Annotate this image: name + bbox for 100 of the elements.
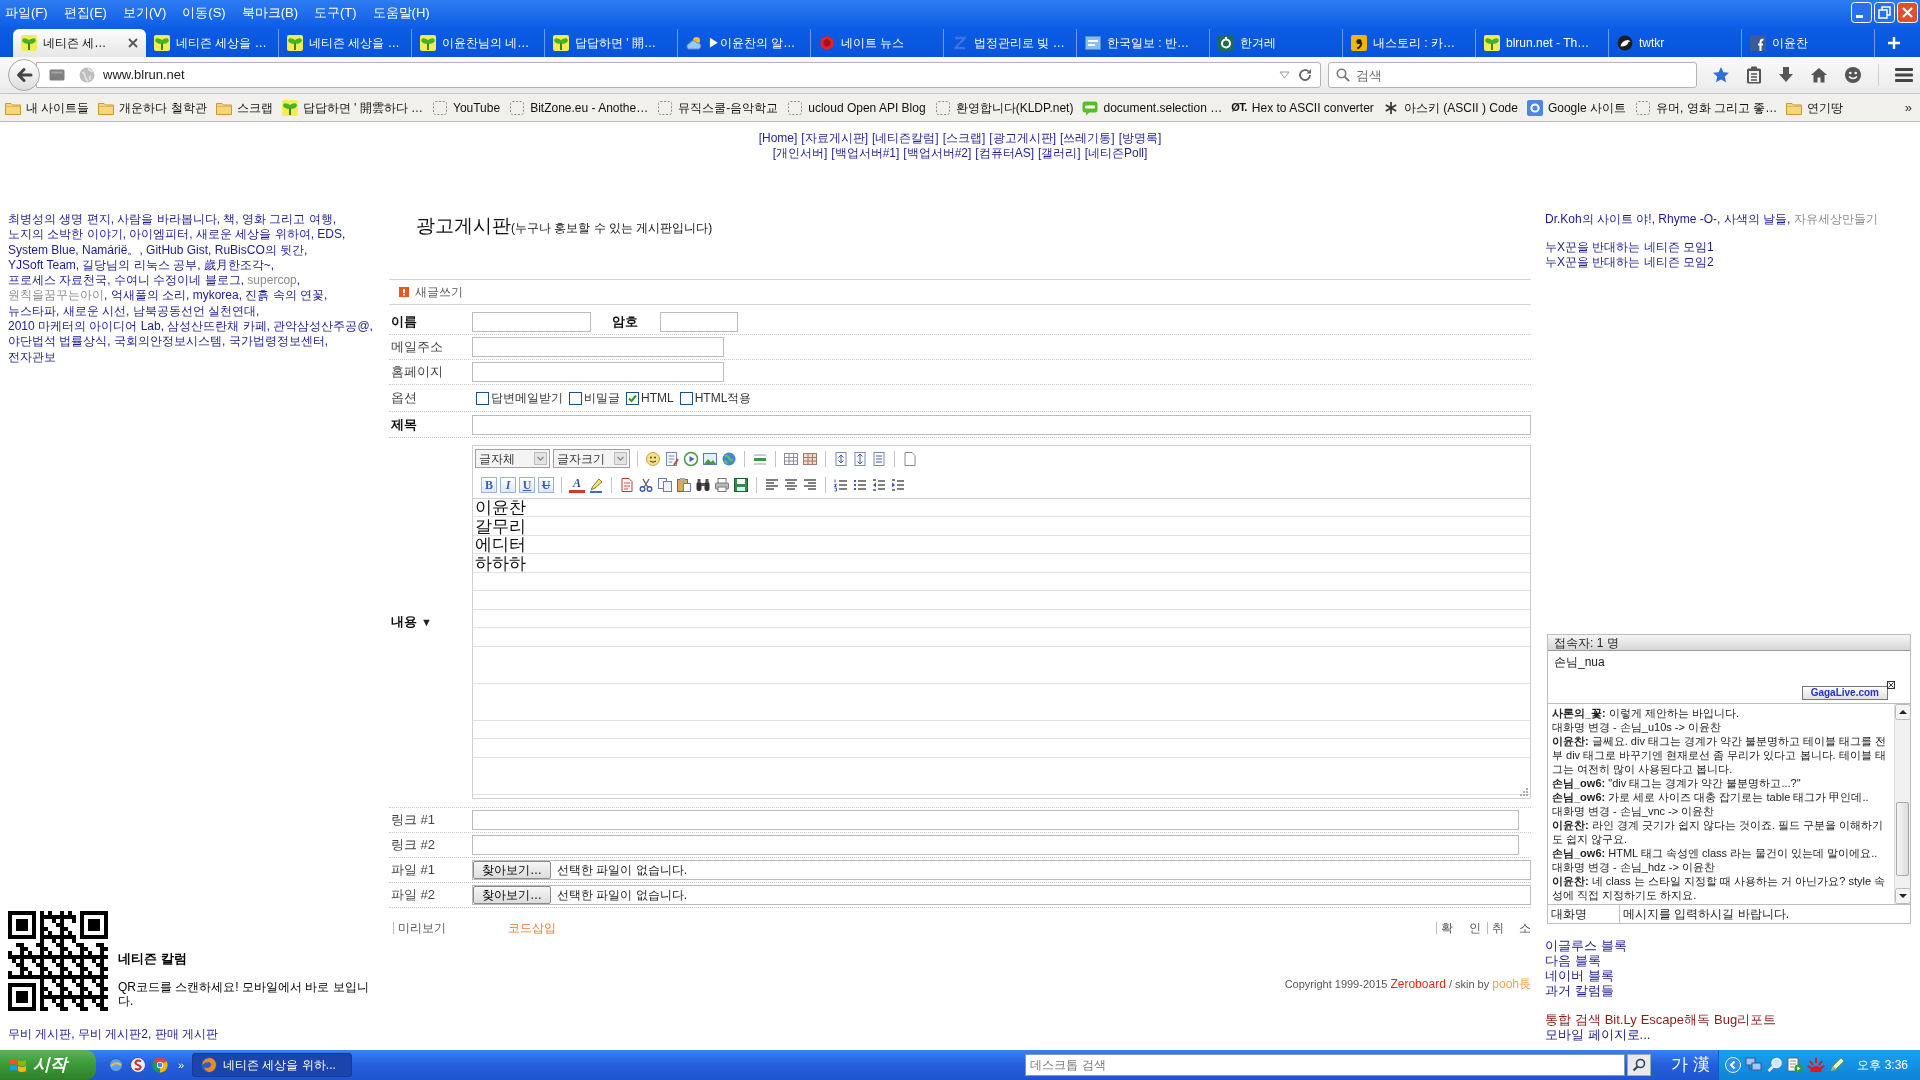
expand-toggle[interactable]: ▼ bbox=[421, 613, 432, 631]
play-icon[interactable] bbox=[683, 450, 699, 467]
font-color-button[interactable]: A bbox=[569, 476, 585, 493]
link[interactable]: 네이버 블록 bbox=[1545, 968, 1614, 983]
align-left-icon[interactable] bbox=[764, 476, 780, 493]
font-select[interactable]: 글자체 bbox=[475, 449, 550, 468]
printer-icon[interactable] bbox=[714, 476, 730, 493]
search-icon[interactable] bbox=[1767, 1057, 1784, 1073]
link[interactable]: 2010 마케터의 아이디어 Lab bbox=[8, 319, 161, 334]
menu-item[interactable]: 보기(V) bbox=[122, 4, 167, 22]
checkbox[interactable] bbox=[626, 391, 639, 405]
plus-icon[interactable] bbox=[1887, 36, 1901, 50]
s-circle-icon[interactable] bbox=[130, 1057, 146, 1073]
message-field[interactable]: 메시지를 입력하시길 바랍니다. bbox=[1620, 905, 1910, 923]
scroll-up-button[interactable] bbox=[1895, 704, 1911, 720]
star-icon[interactable] bbox=[1712, 66, 1730, 84]
link[interactable]: 책, 영화 그리고 여행 bbox=[223, 212, 333, 226]
clipboard-icon[interactable] bbox=[1746, 66, 1762, 84]
bookmark-item[interactable]: 뮤직스쿨-음악학교 bbox=[657, 98, 779, 117]
bookmark-item[interactable]: ucloud Open API Blog bbox=[787, 98, 926, 117]
file-field[interactable]: 찾아보기… 선택한 파일이 없습니다. bbox=[472, 860, 1531, 880]
footer-link[interactable]: Zeroboard bbox=[1390, 977, 1446, 991]
browse-button[interactable]: 찾아보기… bbox=[473, 886, 551, 904]
menu-item[interactable]: 편집(E) bbox=[63, 4, 107, 22]
network-icon[interactable] bbox=[1745, 1057, 1764, 1073]
nav-link[interactable]: [자료게시판] bbox=[801, 131, 868, 146]
pen-icon[interactable] bbox=[1829, 1057, 1846, 1073]
bookmark-item[interactable]: 스크랩 bbox=[215, 98, 273, 117]
email-field[interactable] bbox=[472, 337, 724, 357]
link[interactable]: Rhyme -O- bbox=[1658, 212, 1718, 226]
preview-link[interactable]: 미리보기 bbox=[398, 919, 446, 937]
subject-field[interactable] bbox=[472, 414, 1531, 435]
task-button[interactable]: 네티즌 세상을 위하... bbox=[192, 1053, 353, 1077]
save-icon[interactable] bbox=[733, 476, 749, 493]
link[interactable]: 통합 검색 bbox=[1545, 1012, 1601, 1027]
tricolor-circle-icon[interactable] bbox=[152, 1057, 168, 1073]
bookmark-item[interactable]: 답답하면 ' 開雲하다 … bbox=[281, 98, 423, 117]
input-mode-indicator[interactable]: 漢 bbox=[1693, 1052, 1711, 1078]
checkbox[interactable] bbox=[569, 391, 582, 405]
link[interactable]: 국회의안정보시스템 bbox=[114, 334, 222, 349]
nav-link[interactable]: [쓰레기통] bbox=[1060, 131, 1115, 146]
nav-link[interactable]: [백업서버#2] bbox=[903, 146, 972, 161]
cancel-link[interactable]: 취 소 bbox=[1491, 919, 1537, 937]
bookmark-item[interactable]: 유머, 영화 그리고 좋… bbox=[1634, 98, 1778, 117]
link[interactable]: 새로운 시선 bbox=[62, 303, 126, 318]
link[interactable]: 사색의 날들 bbox=[1723, 212, 1788, 226]
arc-circle-icon[interactable] bbox=[108, 1057, 124, 1073]
link[interactable]: 억새풀의 소리 bbox=[110, 288, 186, 303]
name-field[interactable] bbox=[472, 312, 591, 332]
bookmark-item[interactable]: 아스키 (ASCII ) Code bbox=[1382, 98, 1518, 117]
nav-link[interactable]: [Home] bbox=[758, 131, 798, 146]
home-icon[interactable] bbox=[1810, 67, 1828, 83]
link[interactable]: 아이엠피터 bbox=[129, 227, 190, 242]
scroll-down-button[interactable] bbox=[1895, 888, 1911, 904]
format-button[interactable]: B bbox=[481, 476, 497, 493]
homepage-field[interactable] bbox=[472, 362, 724, 382]
image-icon[interactable] bbox=[702, 450, 718, 467]
globe-icon[interactable] bbox=[721, 450, 737, 467]
link[interactable]: 남북공동선언 실천연대 bbox=[132, 303, 257, 318]
link[interactable]: 새로운 세상을 위하여 bbox=[196, 227, 311, 242]
link[interactable]: 歲月한조각~ bbox=[203, 257, 271, 272]
menu-item[interactable]: 파일(F) bbox=[5, 4, 48, 22]
line-spacing-icon[interactable] bbox=[852, 450, 868, 467]
scroll-thumb[interactable] bbox=[1896, 802, 1909, 876]
indent-icon[interactable] bbox=[890, 476, 906, 493]
nav-link[interactable]: [광고게시판] bbox=[989, 131, 1056, 146]
start-button[interactable]: 시작 bbox=[0, 1050, 96, 1080]
minimize-button[interactable] bbox=[1851, 2, 1872, 23]
link[interactable]: Bug리포트 bbox=[1714, 1012, 1777, 1027]
gagalive-button[interactable]: GagaLive.com bbox=[1801, 686, 1888, 700]
link[interactable]: RuBisCO의 뒷간 bbox=[214, 242, 305, 257]
link[interactable]: 국가법령정보센터 bbox=[228, 334, 325, 349]
link[interactable]: 판매 게시판 bbox=[154, 1027, 219, 1041]
chevron-icon[interactable] bbox=[1725, 1057, 1742, 1073]
nav-link[interactable]: [스크랩] bbox=[942, 131, 986, 146]
align-right-icon[interactable] bbox=[802, 476, 818, 493]
menu-item[interactable]: 이동(S) bbox=[182, 4, 226, 22]
link[interactable]: 다음 블록 bbox=[1545, 953, 1601, 968]
document-play-icon[interactable] bbox=[1787, 1057, 1804, 1073]
blank-page-icon[interactable] bbox=[902, 450, 918, 467]
confirm-link[interactable]: 확 인 bbox=[1441, 919, 1487, 937]
link[interactable]: 삼성산뜨란채 카페 bbox=[167, 319, 267, 334]
close-button[interactable] bbox=[1897, 2, 1918, 23]
link[interactable]: 길당님의 리눅스 공부 bbox=[82, 257, 198, 272]
link[interactable]: 모바일 페이지로... bbox=[1545, 1027, 1651, 1042]
smiley-icon[interactable] bbox=[645, 450, 661, 467]
search-button[interactable] bbox=[1627, 1054, 1652, 1076]
overflow-chevron[interactable]: » bbox=[1904, 97, 1912, 118]
browse-button[interactable]: 찾아보기… bbox=[473, 861, 551, 879]
link[interactable]: 누X꾼을 반대하는 네티즌 모임2 bbox=[1545, 255, 1714, 270]
nav-link[interactable]: [개인서버] bbox=[772, 146, 828, 161]
format-button[interactable]: I bbox=[500, 476, 516, 493]
menu-icon[interactable] bbox=[1895, 67, 1913, 83]
copy-icon[interactable] bbox=[657, 476, 673, 493]
nav-link[interactable]: [갤러리] bbox=[1038, 146, 1081, 161]
checkbox[interactable] bbox=[476, 391, 489, 405]
close-icon[interactable] bbox=[1887, 681, 1895, 689]
link[interactable]: 최병성의 생명 편지 bbox=[8, 212, 111, 226]
menu-item[interactable]: 도구(T) bbox=[314, 4, 357, 22]
bookmark-item[interactable]: document.selection … bbox=[1082, 98, 1223, 117]
